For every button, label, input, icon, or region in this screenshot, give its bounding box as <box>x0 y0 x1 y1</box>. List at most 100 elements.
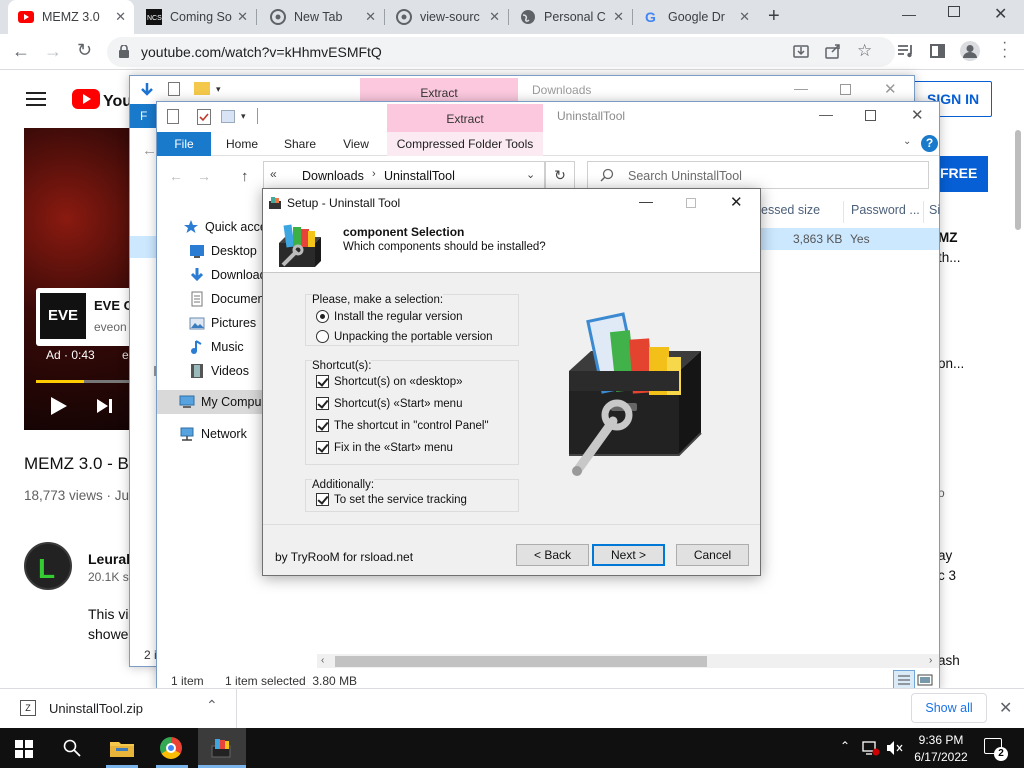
play-icon[interactable] <box>50 396 68 416</box>
minimize-icon[interactable]: — <box>794 80 808 96</box>
maximize-icon[interactable] <box>865 110 876 121</box>
free-button[interactable]: FREE <box>936 156 988 192</box>
tab-new-tab[interactable]: New Tab ✕ <box>260 0 384 34</box>
dropdown-icon[interactable]: ▾ <box>216 84 221 95</box>
nav-pictures[interactable]: Pictures <box>189 311 256 335</box>
ad-card[interactable]: EVE EVE O eveon <box>36 288 130 346</box>
reload-icon[interactable]: ↻ <box>77 40 92 61</box>
nav-network[interactable]: Network <box>179 422 247 446</box>
close-tab-icon[interactable]: ✕ <box>489 9 500 25</box>
clock-time[interactable]: 9:36 PM <box>906 733 976 747</box>
media-control-icon[interactable] <box>898 44 914 58</box>
minimize-icon[interactable]: — <box>819 106 833 122</box>
skip-next-icon[interactable] <box>96 398 114 414</box>
download-item[interactable]: Z UninstallTool.zip ⌃ <box>0 689 237 729</box>
quick-access-arrow-icon[interactable] <box>140 82 154 98</box>
up-arrow-icon[interactable]: ↑ <box>241 168 249 185</box>
close-tab-icon[interactable]: ✕ <box>613 9 624 25</box>
side-panel-icon[interactable] <box>930 44 945 58</box>
minimize-icon[interactable]: — <box>902 6 916 22</box>
share-icon[interactable] <box>825 43 841 59</box>
close-tab-icon[interactable]: ✕ <box>237 9 248 25</box>
close-tab-icon[interactable]: ✕ <box>115 9 126 25</box>
large-icons-view-icon[interactable] <box>917 672 933 688</box>
breadcrumb-uninstalltool[interactable]: UninstallTool <box>384 169 455 183</box>
tab-google-drive[interactable]: G Google Dr ✕ <box>634 0 758 34</box>
checkbox-desktop-shortcut[interactable]: Shortcut(s) on «desktop» <box>316 375 463 388</box>
page-scrollbar[interactable] <box>1015 130 1021 230</box>
address-bar[interactable]: youtube.com/watch?v=kHhmvESMFtQ ☆ <box>107 37 895 67</box>
progress-bar[interactable] <box>36 380 130 383</box>
scroll-thumb[interactable] <box>335 656 707 667</box>
help-icon[interactable]: ? <box>921 135 938 152</box>
chevron-up-icon[interactable]: ⌃ <box>206 697 218 714</box>
tab-view-source[interactable]: view-sourc ✕ <box>386 0 508 34</box>
checkbox-checked[interactable] <box>316 493 329 506</box>
horizontal-scrollbar[interactable]: ‹ › <box>317 654 939 668</box>
nav-quick-access[interactable]: Quick acces <box>183 215 273 239</box>
tab-share[interactable]: Share <box>275 132 325 156</box>
volume-muted-icon[interactable] <box>886 740 904 756</box>
install-icon[interactable] <box>793 43 809 59</box>
close-icon[interactable]: ✕ <box>884 80 897 98</box>
back-arrow-icon[interactable]: ← <box>169 168 183 184</box>
video-player[interactable]: EVE EVE O eveon Ad · 0:43 e <box>24 128 130 430</box>
nav-music[interactable]: Music <box>189 335 244 359</box>
checkbox-control-panel-shortcut[interactable]: The shortcut in "control Panel" <box>316 419 489 432</box>
tab-personal[interactable]: Personal C ✕ <box>510 0 632 34</box>
tab-compressed-folder-tools[interactable]: Compressed Folder Tools <box>387 132 543 156</box>
windows-start-icon[interactable] <box>15 740 33 758</box>
refresh-icon[interactable]: ↻ <box>545 161 575 189</box>
scroll-left-icon[interactable]: ‹ <box>321 655 324 666</box>
check-doc-icon[interactable] <box>197 109 211 125</box>
radio-unpack-portable[interactable]: Unpacking the portable version <box>316 330 493 343</box>
close-icon[interactable]: ✕ <box>730 193 743 211</box>
close-tab-icon[interactable]: ✕ <box>739 9 750 25</box>
next-button[interactable]: Next > <box>592 544 665 566</box>
new-folder-icon[interactable] <box>221 110 235 123</box>
youtube-logo[interactable]: You <box>72 88 130 110</box>
new-tab-icon[interactable]: + <box>768 5 780 28</box>
maximize-icon[interactable] <box>840 84 851 95</box>
channel-name[interactable]: Leurak <box>88 551 134 567</box>
close-tab-icon[interactable]: ✕ <box>365 9 376 25</box>
checkbox-checked[interactable] <box>316 441 329 454</box>
properties-icon[interactable] <box>168 82 180 96</box>
tab-file[interactable]: File <box>157 132 211 156</box>
nav-documents[interactable]: Documen <box>189 287 265 311</box>
column-size[interactable]: Si <box>929 203 940 217</box>
breadcrumb-overflow-icon[interactable]: « <box>270 167 277 181</box>
restore-icon[interactable] <box>948 6 960 17</box>
forward-arrow-icon[interactable]: → <box>197 168 211 184</box>
column-password[interactable]: Password ... <box>851 203 920 217</box>
nav-downloads[interactable]: Download <box>189 263 267 287</box>
network-status-icon[interactable] <box>862 740 880 756</box>
checkbox-fix-start-menu[interactable]: Fix in the «Start» menu <box>316 441 453 454</box>
cancel-button[interactable]: Cancel <box>676 544 749 566</box>
chevron-down-icon[interactable]: ⌄ <box>526 168 535 181</box>
properties-icon[interactable] <box>167 109 179 124</box>
checkbox-checked[interactable] <box>316 397 329 410</box>
minimize-icon[interactable]: — <box>639 193 653 209</box>
profile-avatar[interactable] <box>960 41 980 61</box>
close-icon[interactable]: ✕ <box>911 106 924 124</box>
column-compressed-size[interactable]: essed size <box>761 203 820 217</box>
ribbon-collapse-icon[interactable]: ⌄ <box>903 136 911 147</box>
address-bar[interactable]: « Downloads › UninstallTool ⌄ <box>263 161 545 189</box>
setup-taskbar-button[interactable] <box>198 728 246 768</box>
radio-button-checked[interactable] <box>316 310 329 323</box>
tab-memz[interactable]: MEMZ 3.0 ✕ <box>8 0 134 34</box>
clock-date[interactable]: 6/17/2022 <box>906 750 976 764</box>
radio-install-regular[interactable]: Install the regular version <box>316 310 462 323</box>
channel-avatar[interactable]: L <box>24 542 72 590</box>
back-button[interactable]: < Back <box>516 544 589 566</box>
hamburger-menu-icon[interactable] <box>26 91 46 107</box>
radio-button[interactable] <box>316 330 329 343</box>
back-arrow-icon[interactable]: ← <box>142 142 157 159</box>
tab-view[interactable]: View <box>331 132 381 156</box>
tab-coming-soon[interactable]: NCS Coming So ✕ <box>136 0 256 34</box>
file-tab-back[interactable]: F <box>130 104 156 128</box>
chevron-up-icon[interactable]: ⌃ <box>840 739 850 753</box>
forward-arrow-icon[interactable]: → <box>44 41 62 62</box>
bookmark-star-icon[interactable]: ☆ <box>857 41 872 61</box>
